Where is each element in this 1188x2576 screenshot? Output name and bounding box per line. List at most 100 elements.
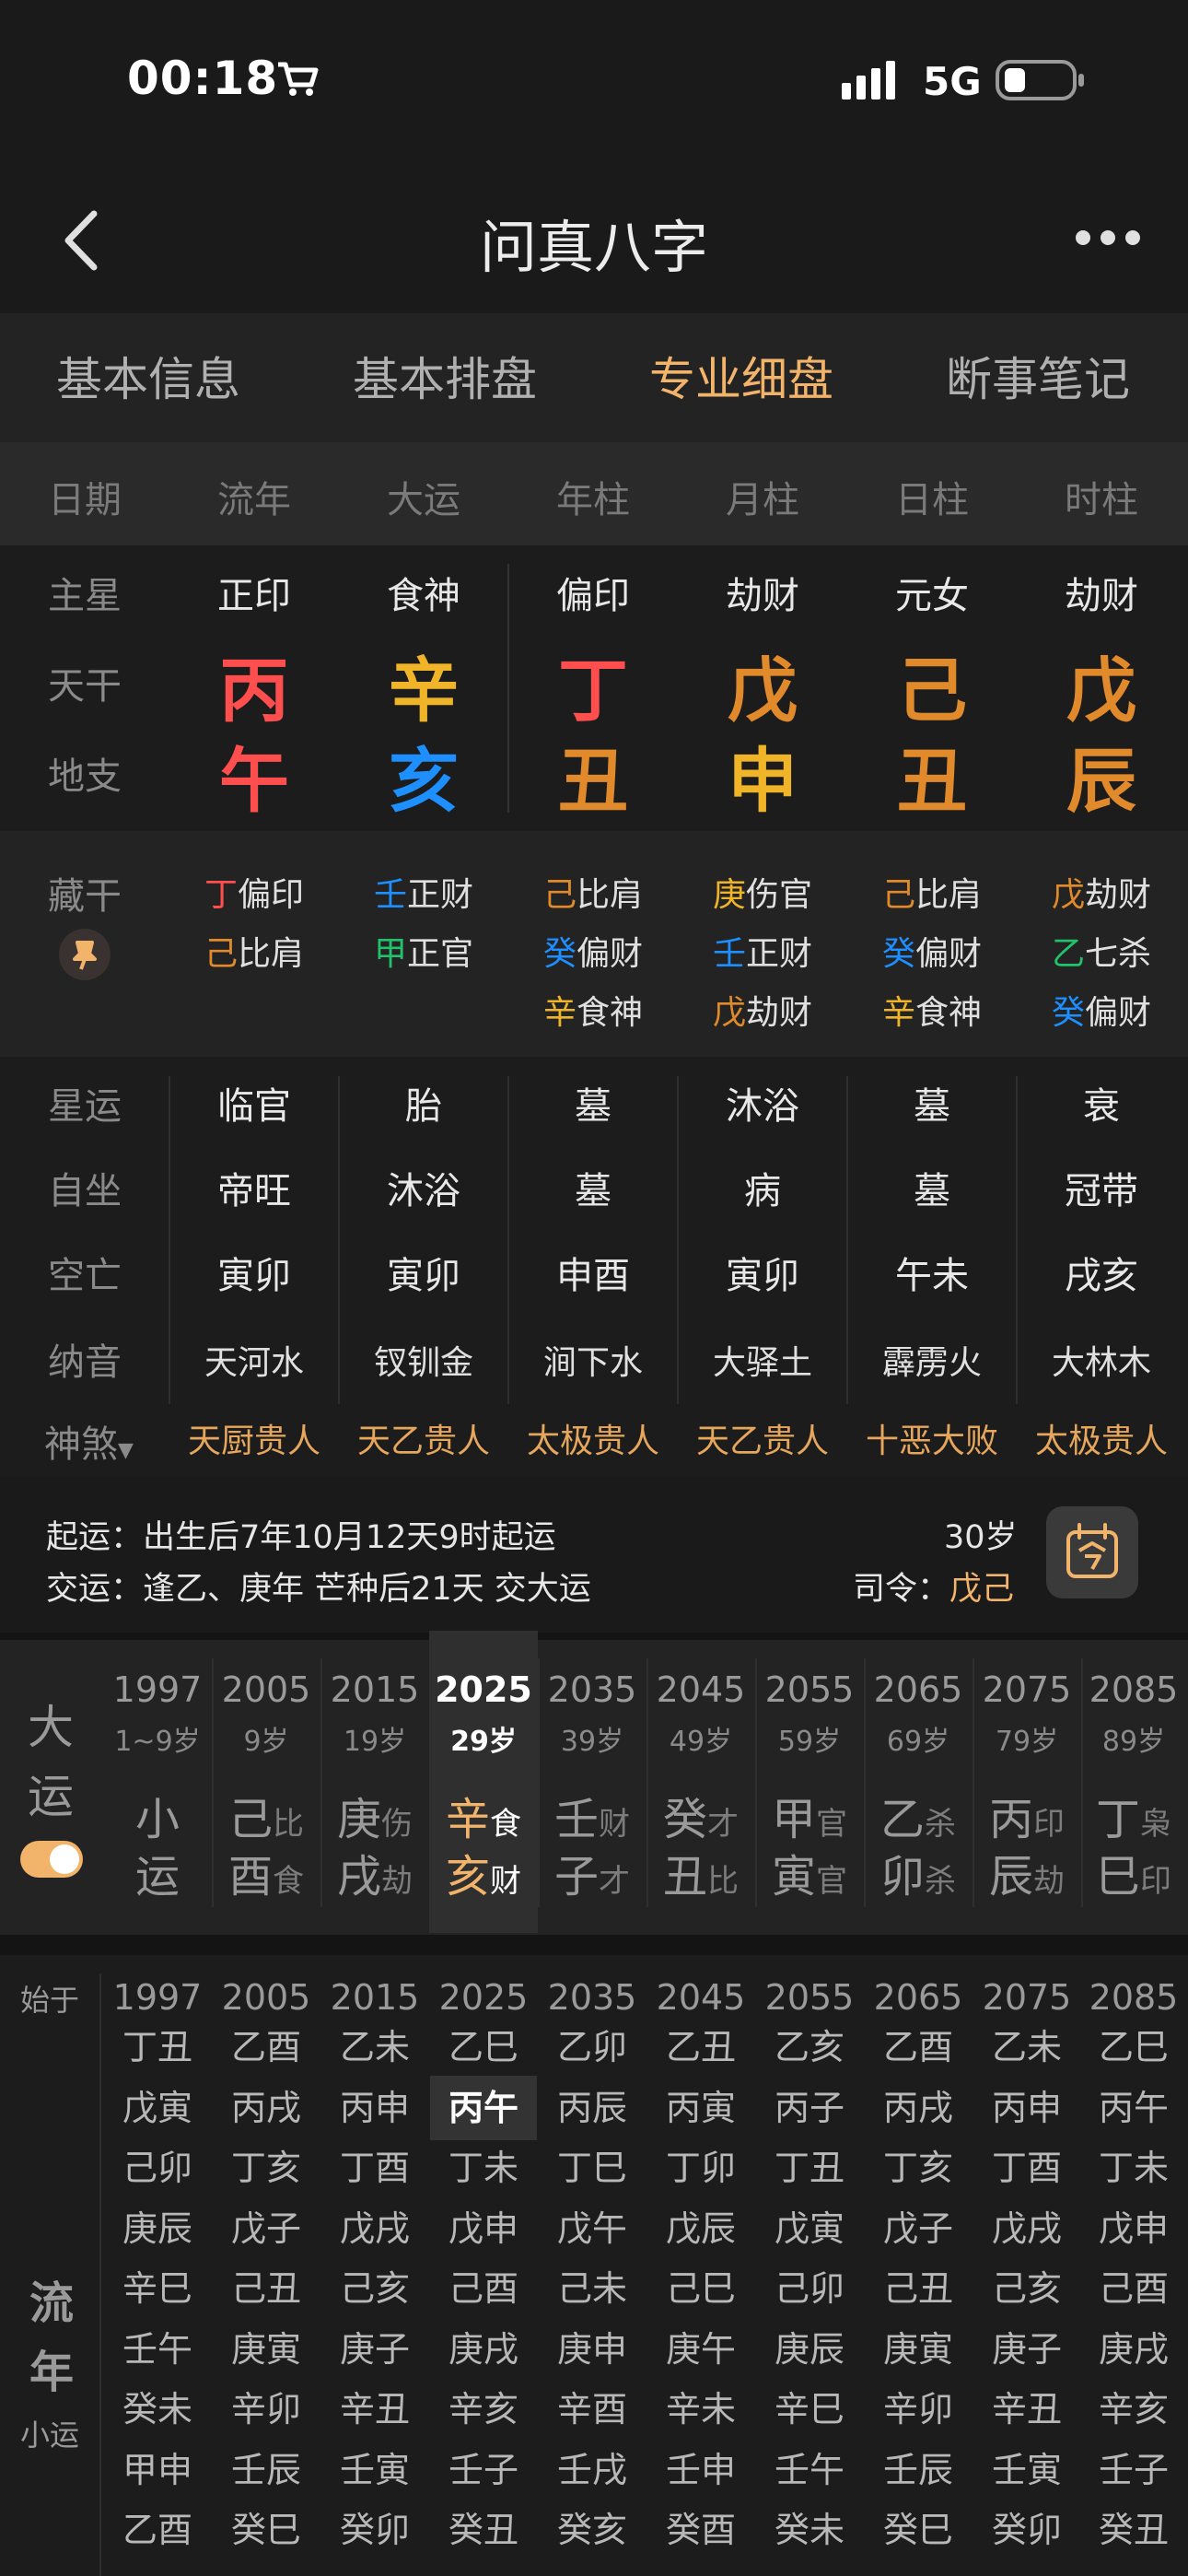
liunian-cell[interactable]: 乙卯 [538, 2018, 646, 2078]
today-button[interactable] [1046, 1506, 1138, 1598]
liunian-cell[interactable]: 壬辰 [864, 2441, 973, 2501]
shensha-item[interactable]: 天厨贵人 [169, 1414, 339, 1462]
liunian-cell[interactable]: 癸巳 [212, 2500, 320, 2561]
pin-button[interactable] [59, 929, 111, 980]
liunian-cell[interactable]: 丁亥 [212, 2138, 320, 2199]
liunian-cell[interactable]: 庚戌 [1079, 2320, 1188, 2381]
liunian-cell[interactable]: 壬戌 [538, 2441, 646, 2501]
liunian-cell[interactable]: 癸巳 [864, 2500, 973, 2561]
liunian-cell[interactable]: 癸卯 [973, 2500, 1081, 2561]
liunian-cell-current[interactable]: 丙午 [429, 2078, 538, 2139]
liunian-cell[interactable]: 戊寅 [755, 2199, 864, 2260]
dayun-year[interactable]: 2015 [320, 1669, 429, 1710]
liunian-cell[interactable]: 辛丑 [320, 2380, 429, 2441]
liunian-cell[interactable]: 己巳 [646, 2259, 755, 2320]
tab-professional-chart[interactable]: 专业细盘 [593, 343, 890, 409]
liunian-cell[interactable]: 丙戌 [212, 2078, 320, 2139]
liunian-cell[interactable]: 辛丑 [973, 2380, 1081, 2441]
liunian-cell[interactable]: 癸酉 [646, 2500, 755, 2561]
liunian-cell[interactable]: 丁丑 [103, 2018, 212, 2078]
more-icon[interactable] [1074, 227, 1142, 249]
liunian-cell[interactable]: 癸丑 [1079, 2500, 1188, 2561]
liunian-cell[interactable]: 癸未 [755, 2500, 864, 2561]
shensha-item[interactable]: 太极贵人 [508, 1414, 678, 1462]
tab-basic-chart[interactable]: 基本排盘 [297, 343, 593, 409]
liunian-cell[interactable]: 丁亥 [864, 2138, 973, 2199]
liunian-cell[interactable]: 庚辰 [755, 2320, 864, 2381]
liunian-cell[interactable]: 戊辰 [646, 2199, 755, 2260]
liunian-cell[interactable]: 甲申 [103, 2441, 212, 2501]
liunian-cell[interactable]: 庚寅 [212, 2320, 320, 2381]
liunian-cell[interactable]: 壬午 [755, 2441, 864, 2501]
liunian-cell[interactable]: 丁丑 [755, 2138, 864, 2199]
dayun-year[interactable]: 2045 [646, 1669, 755, 1710]
liunian-cell[interactable]: 辛未 [646, 2380, 755, 2441]
liunian-cell[interactable]: 辛酉 [538, 2380, 646, 2441]
liunian-cell[interactable]: 己丑 [212, 2259, 320, 2320]
liunian-cell[interactable]: 壬寅 [320, 2441, 429, 2501]
liunian-cell[interactable]: 丙午 [1079, 2078, 1188, 2139]
liunian-cell[interactable]: 乙酉 [103, 2500, 212, 2561]
shensha-item[interactable]: 太极贵人 [1017, 1414, 1186, 1462]
liunian-cell[interactable]: 丁酉 [320, 2138, 429, 2199]
liunian-cell[interactable]: 乙未 [973, 2018, 1081, 2078]
shensha-item[interactable]: 天乙贵人 [339, 1414, 508, 1462]
liunian-cell[interactable]: 癸未 [103, 2380, 212, 2441]
liunian-cell[interactable]: 壬寅 [973, 2441, 1081, 2501]
liunian-cell[interactable]: 乙巳 [1079, 2018, 1188, 2078]
liunian-cell[interactable]: 戊申 [429, 2199, 538, 2260]
liunian-cell[interactable]: 庚辰 [103, 2199, 212, 2260]
liunian-cell[interactable]: 戊子 [864, 2199, 973, 2260]
shensha-item[interactable]: 十恶大败 [847, 1414, 1017, 1462]
liunian-cell[interactable]: 丁巳 [538, 2138, 646, 2199]
liunian-cell[interactable]: 丁卯 [646, 2138, 755, 2199]
liunian-cell[interactable]: 丙戌 [864, 2078, 973, 2139]
liunian-cell[interactable]: 癸丑 [429, 2500, 538, 2561]
liunian-cell[interactable]: 乙酉 [864, 2018, 973, 2078]
liunian-cell[interactable]: 庚子 [973, 2320, 1081, 2381]
liunian-cell[interactable]: 戊戌 [320, 2199, 429, 2260]
dayun-year[interactable]: 2055 [755, 1669, 864, 1710]
liunian-cell[interactable]: 己亥 [973, 2259, 1081, 2320]
shensha-item[interactable]: 天乙贵人 [678, 1414, 847, 1462]
liunian-cell[interactable]: 壬申 [646, 2441, 755, 2501]
liunian-cell[interactable]: 己酉 [1079, 2259, 1188, 2320]
dayun-year[interactable]: 2005 [212, 1669, 320, 1710]
liunian-cell[interactable]: 己亥 [320, 2259, 429, 2320]
liunian-cell[interactable]: 己未 [538, 2259, 646, 2320]
liunian-cell[interactable]: 庚午 [646, 2320, 755, 2381]
liunian-cell[interactable]: 乙亥 [755, 2018, 864, 2078]
liunian-cell[interactable]: 丁酉 [973, 2138, 1081, 2199]
liunian-cell[interactable]: 壬午 [103, 2320, 212, 2381]
liunian-cell[interactable]: 辛亥 [429, 2380, 538, 2441]
liunian-cell[interactable]: 丁未 [429, 2138, 538, 2199]
liunian-cell[interactable]: 丙申 [973, 2078, 1081, 2139]
tab-basic-info[interactable]: 基本信息 [0, 343, 297, 409]
liunian-cell[interactable]: 丙子 [755, 2078, 864, 2139]
liunian-cell[interactable]: 乙未 [320, 2018, 429, 2078]
liunian-cell[interactable]: 己卯 [755, 2259, 864, 2320]
liunian-cell[interactable]: 丙申 [320, 2078, 429, 2139]
dayun-year[interactable]: 2065 [864, 1669, 973, 1710]
tab-notes[interactable]: 断事笔记 [890, 343, 1186, 409]
liunian-cell[interactable]: 壬子 [1079, 2441, 1188, 2501]
liunian-cell[interactable]: 己酉 [429, 2259, 538, 2320]
liunian-cell[interactable]: 壬辰 [212, 2441, 320, 2501]
liunian-cell[interactable]: 庚戌 [429, 2320, 538, 2381]
liunian-cell[interactable]: 庚寅 [864, 2320, 973, 2381]
liunian-cell[interactable]: 乙巳 [429, 2018, 538, 2078]
liunian-cell[interactable]: 庚申 [538, 2320, 646, 2381]
liunian-cell[interactable]: 癸卯 [320, 2500, 429, 2561]
liunian-cell[interactable]: 己丑 [864, 2259, 973, 2320]
dayun-year[interactable]: 1997 [103, 1669, 212, 1710]
liunian-cell[interactable]: 戊午 [538, 2199, 646, 2260]
liunian-cell[interactable]: 壬子 [429, 2441, 538, 2501]
dayun-year[interactable]: 2075 [973, 1669, 1081, 1710]
dayun-year[interactable]: 2035 [538, 1669, 646, 1710]
liunian-cell[interactable]: 辛卯 [212, 2380, 320, 2441]
xiaoyun-toggle[interactable] [20, 1841, 83, 1878]
liunian-cell[interactable]: 丙辰 [538, 2078, 646, 2139]
liunian-cell[interactable]: 辛巳 [103, 2259, 212, 2320]
liunian-cell[interactable]: 辛卯 [864, 2380, 973, 2441]
liunian-cell[interactable]: 癸亥 [538, 2500, 646, 2561]
